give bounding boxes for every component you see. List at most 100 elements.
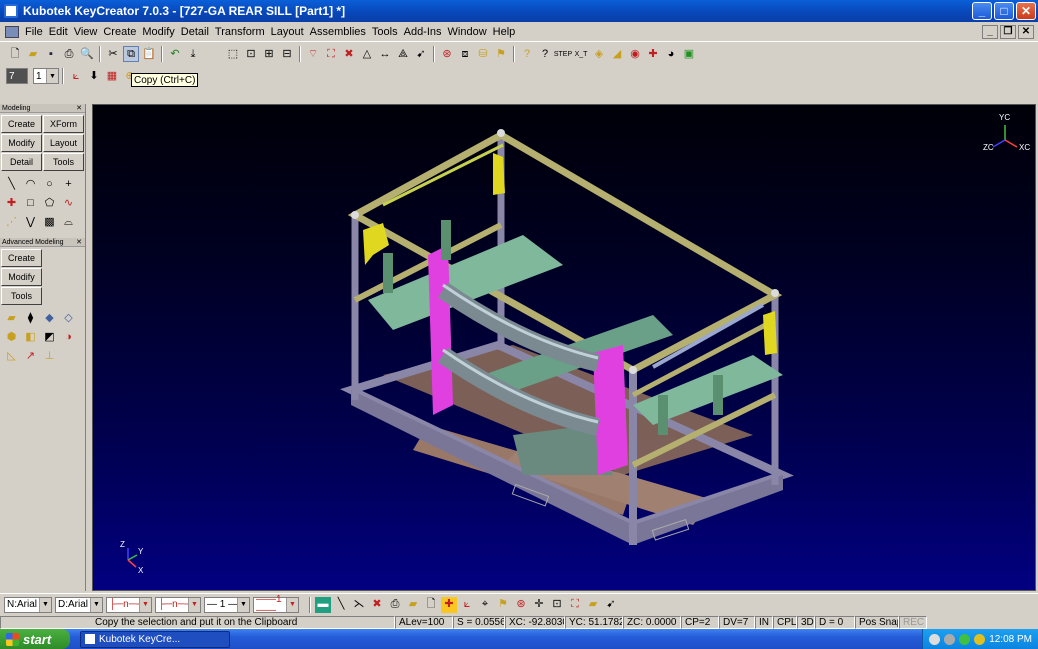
save-icon[interactable]: ▪ — [43, 46, 59, 62]
tray-shield-icon[interactable] — [959, 633, 971, 645]
step-icon[interactable]: STEP — [554, 46, 572, 62]
modeling-detail-button[interactable]: Detail — [1, 153, 42, 171]
cursor-icon[interactable]: ✛ — [531, 597, 547, 613]
unblank-icon[interactable]: ⛶ — [323, 46, 339, 62]
tray-clock[interactable]: 12:08 PM — [989, 634, 1032, 645]
undo-icon[interactable]: ↶ — [167, 46, 183, 62]
fillet-icon[interactable]: ◧ — [21, 328, 40, 347]
delete-icon[interactable]: ✖ — [341, 46, 357, 62]
menu-layout[interactable]: Layout — [268, 26, 307, 38]
draft-icon[interactable]: ◺ — [2, 347, 21, 366]
modeling-modify-button[interactable]: Modify — [1, 134, 42, 152]
xt-icon[interactable]: X_T — [573, 46, 589, 62]
point-icon[interactable]: + — [59, 175, 78, 194]
taper-icon[interactable]: ↗ — [21, 347, 40, 366]
close-button[interactable]: ✕ — [1016, 2, 1036, 20]
paste-icon[interactable]: 📋 — [141, 46, 157, 62]
print-icon[interactable]: ⎙ — [61, 46, 77, 62]
solid-fill-icon[interactable]: ▬ — [315, 596, 331, 613]
zoom-window-icon[interactable]: ⬚ — [225, 46, 241, 62]
image-icon[interactable]: ▣ — [681, 46, 697, 62]
spline-icon[interactable]: ∿ — [59, 194, 78, 213]
cross-point-icon[interactable]: ✚ — [2, 194, 21, 213]
start-button[interactable]: start — [0, 629, 70, 649]
offset-icon[interactable]: ⌓ — [59, 213, 78, 232]
advanced-close-icon[interactable]: ✕ — [76, 238, 82, 246]
tray-volume-icon[interactable] — [974, 633, 986, 645]
window-select-icon[interactable]: ⛶ — [567, 597, 583, 613]
status-units[interactable]: IN — [755, 615, 773, 629]
graphics-viewport[interactable]: YC ZC XC Z Y X — [92, 104, 1036, 591]
grid-icon[interactable]: ▦ — [104, 68, 120, 84]
redo-icon[interactable]: ⤓ — [185, 46, 201, 62]
context-help-icon[interactable]: ? — [537, 46, 553, 62]
line-width-select[interactable]: ——1—— ▼ — [253, 594, 299, 616]
doc-minimize-button[interactable]: _ — [982, 24, 998, 39]
sweep-icon[interactable]: ◇ — [59, 309, 78, 328]
delete-entity-icon[interactable]: ✖ — [369, 597, 385, 613]
folder-icon[interactable]: ▰ — [585, 597, 601, 613]
rectangle-icon[interactable]: □ — [21, 194, 40, 213]
print-small-icon[interactable]: ⎙ — [387, 597, 403, 613]
shell-icon[interactable]: ⬢ — [2, 328, 21, 347]
boolean-icon[interactable]: ◩ — [40, 328, 59, 347]
dotted-line-icon[interactable]: ⋰ — [2, 213, 21, 232]
status-pos-snap[interactable]: Pos Snap — [855, 615, 899, 629]
modeling-layout-button[interactable]: Layout — [43, 134, 84, 152]
menu-view[interactable]: View — [71, 26, 101, 38]
box-icon[interactable]: ▰ — [2, 309, 21, 328]
camera-icon[interactable]: ◕ — [663, 46, 679, 62]
cut-icon[interactable]: ✂ — [105, 46, 121, 62]
page-icon[interactable]: 🗋 — [423, 597, 439, 613]
flag-small-icon[interactable]: ⚑ — [495, 597, 511, 613]
open-file-icon[interactable]: ▰ — [25, 46, 41, 62]
arc-icon[interactable]: ◠ — [21, 175, 40, 194]
extrude-icon[interactable]: ⧫ — [21, 309, 40, 328]
zoom-all-icon[interactable]: ⊡ — [243, 46, 259, 62]
flag-icon[interactable]: ⚑ — [493, 46, 509, 62]
status-3d[interactable]: 3D — [797, 615, 815, 629]
note-font-select[interactable]: N:Arial ▼ — [4, 596, 52, 613]
help-icon[interactable]: ? — [519, 46, 535, 62]
copy-icon[interactable]: ⧉ — [123, 46, 139, 62]
new-file-icon[interactable]: 🗋 — [7, 46, 23, 62]
blend-icon[interactable]: ◑ — [59, 328, 78, 347]
axis-icon[interactable]: ⟀ — [68, 68, 84, 84]
modeling-xform-button[interactable]: XForm — [43, 115, 84, 133]
tray-network-icon[interactable] — [944, 633, 956, 645]
menu-file[interactable]: File — [22, 26, 46, 38]
menu-create[interactable]: Create — [100, 26, 139, 38]
database-icon[interactable]: ⛁ — [475, 46, 491, 62]
dim-arrow-select[interactable]: ├─n─┤ ▼ — [155, 596, 201, 613]
tray-arrow-icon[interactable] — [929, 633, 941, 645]
shade-icon[interactable]: ◢ — [609, 46, 625, 62]
zoom-extents-icon[interactable]: ⊞ — [261, 46, 277, 62]
menu-transform[interactable]: Transform — [212, 26, 268, 38]
menu-modify[interactable]: Modify — [139, 26, 177, 38]
axis-small-icon[interactable]: ⟀ — [459, 597, 475, 613]
revolve-icon[interactable]: ◆ — [40, 309, 59, 328]
hatch-icon[interactable]: ▩ — [40, 213, 59, 232]
chamfer-icon[interactable]: ⋁ — [21, 213, 40, 232]
level-select[interactable]: 1 ▼ — [33, 68, 59, 84]
split-icon[interactable]: ⊥ — [40, 347, 59, 366]
circle-icon[interactable]: ○ — [40, 175, 59, 194]
polygon-icon[interactable]: ⬠ — [40, 194, 59, 213]
menu-add-ins[interactable]: Add-Ins — [401, 26, 445, 38]
box-select-icon[interactable]: ⊡ — [549, 597, 565, 613]
advanced-modify-button[interactable]: Modify — [1, 268, 42, 286]
origin-icon[interactable]: ⌖ — [477, 597, 493, 613]
status-rec[interactable]: REC — [899, 615, 927, 629]
distance-icon[interactable]: ↔ — [377, 46, 393, 62]
menu-edit[interactable]: Edit — [46, 26, 71, 38]
blank-icon[interactable]: ⌔ — [305, 46, 321, 62]
line-icon[interactable]: ╲ — [2, 175, 21, 194]
line-tool-icon[interactable]: ╲ — [333, 597, 349, 613]
open-small-icon[interactable]: ▰ — [405, 597, 421, 613]
menu-tools[interactable]: Tools — [369, 26, 401, 38]
triangle-icon[interactable]: △ — [359, 46, 375, 62]
modeling-create-button[interactable]: Create — [1, 115, 42, 133]
light-icon[interactable]: ✚ — [645, 46, 661, 62]
menu-detail[interactable]: Detail — [178, 26, 212, 38]
render-icon[interactable]: ◈ — [591, 46, 607, 62]
